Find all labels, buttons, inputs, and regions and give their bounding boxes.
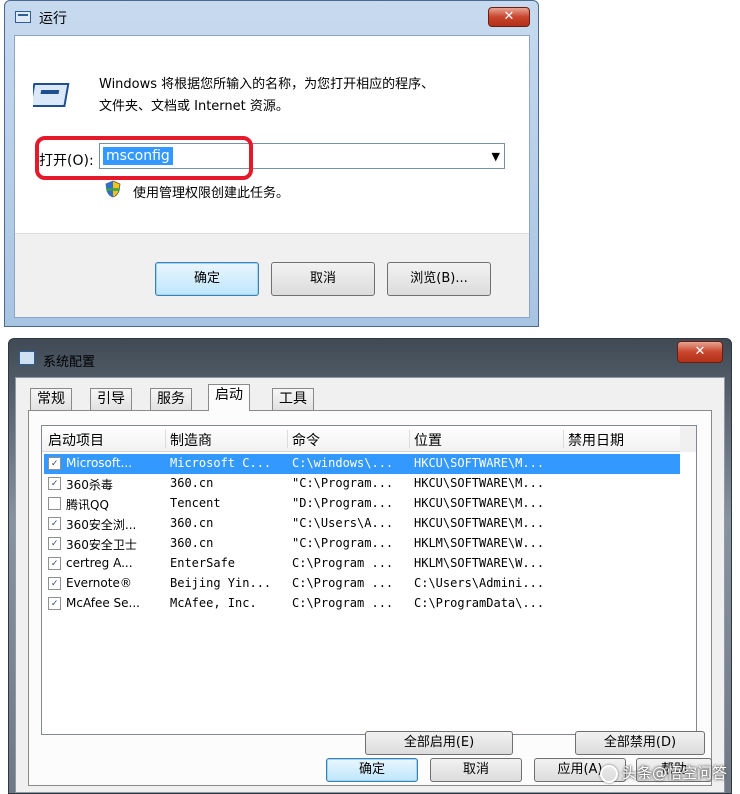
tab-boot[interactable]: 引导: [90, 388, 132, 410]
cell-maker: Tencent: [170, 496, 221, 510]
run-program-icon: [33, 83, 70, 107]
enable-all-button[interactable]: 全部启用(E): [365, 731, 513, 755]
run-close-button[interactable]: ✕: [488, 7, 530, 27]
cell-name: certreg A...: [66, 556, 133, 570]
tab-services[interactable]: 服务: [150, 388, 192, 410]
list-header: 启动项目 制造商 命令 位置 禁用日期: [42, 426, 682, 452]
run-description-line-2: 文件夹、文档或 Internet 资源。: [99, 99, 289, 114]
cell-command: "D:\Program...: [292, 496, 394, 510]
cell-command: C:\Program ...: [292, 576, 394, 590]
cell-name: Microsoft...: [66, 456, 133, 470]
cell-maker: 360.cn: [170, 516, 214, 530]
startup-checkbox[interactable]: ✓: [48, 537, 61, 550]
config-title: 系统配置: [43, 355, 96, 370]
cancel-button[interactable]: 取消: [271, 262, 375, 296]
cell-maker: 360.cn: [170, 536, 214, 550]
cell-name: 360安全卫士: [66, 538, 137, 552]
startup-checkbox[interactable]: [48, 497, 61, 510]
system-config-dialog: 系统配置 ✕ 常规 引导 服务 启动 工具 启动项目 制造商 命令 位置 禁用日…: [8, 338, 732, 794]
cell-maker: McAfee, Inc.: [170, 596, 257, 610]
run-title: 运行: [39, 11, 67, 27]
cell-maker: EnterSafe: [170, 556, 236, 570]
tab-tools[interactable]: 工具: [272, 388, 314, 410]
cell-location: HKCU\SOFTWARE\M...: [414, 476, 545, 490]
run-app-icon: [15, 11, 31, 23]
config-titlebar[interactable]: 系统配置 ✕: [9, 339, 731, 370]
column-disable-date[interactable]: 禁用日期: [564, 430, 682, 449]
cell-command: "C:\Users\A...: [292, 516, 394, 530]
startup-checkbox[interactable]: ✓: [48, 517, 61, 530]
startup-items-list[interactable]: 启动项目 制造商 命令 位置 禁用日期 ✓ Microsoft... Microso…: [41, 425, 697, 735]
watermark: 头条@悟空问答: [600, 762, 727, 783]
cell-command: "C:\Program...: [292, 536, 394, 550]
cell-name: McAfee Se...: [66, 596, 140, 610]
startup-checkbox[interactable]: ✓: [48, 557, 61, 570]
config-close-button[interactable]: ✕: [677, 341, 723, 363]
tab-startup[interactable]: 启动: [208, 384, 250, 411]
startup-checkbox[interactable]: ✓: [48, 577, 61, 590]
cell-name: 腾讯QQ: [66, 498, 109, 512]
config-ok-button[interactable]: 确定: [326, 758, 418, 782]
cell-location: HKCU\SOFTWARE\M...: [414, 456, 545, 470]
cell-location: HKLM\SOFTWARE\W...: [414, 556, 545, 570]
startup-checkbox[interactable]: ✓: [48, 597, 61, 610]
table-row[interactable]: 腾讯QQ Tencent "D:\Program... HKCU\SOFTWARE\M…: [44, 494, 680, 514]
column-startup-item[interactable]: 启动项目: [44, 430, 166, 449]
cell-location: C:\Users\Admini...: [414, 576, 545, 590]
cell-maker: Beijing Yin...: [170, 576, 272, 590]
cell-name: 360杀毒: [66, 478, 113, 492]
cell-name: 360安全浏...: [66, 518, 137, 532]
cell-location: HKCU\SOFTWARE\M...: [414, 496, 545, 510]
tab-general[interactable]: 常规: [30, 388, 72, 410]
startup-tab-panel: 启动项目 制造商 命令 位置 禁用日期 ✓ Microsoft... Microso…: [28, 410, 712, 786]
cell-command: C:\windows\...: [292, 456, 394, 470]
admin-privilege-note: 使用管理权限创建此任务。: [133, 186, 290, 201]
run-description-line-1: Windows 将根据您所输入的名称，为您打开相应的程序、: [99, 77, 435, 92]
table-row[interactable]: ✓ 360安全卫士 360.cn "C:\Program... HKLM\SOFTWAR…: [44, 534, 680, 554]
config-app-icon: [19, 351, 35, 365]
column-command[interactable]: 命令: [288, 430, 410, 449]
cell-maker: Microsoft C...: [170, 456, 272, 470]
cell-command: C:\Program ...: [292, 596, 394, 610]
cell-command: "C:\Program...: [292, 476, 394, 490]
disable-all-button[interactable]: 全部禁用(D): [575, 731, 705, 755]
cell-name: Evernote®: [66, 576, 132, 590]
table-row[interactable]: ✓ McAfee Se... McAfee, Inc. C:\Program ... C…: [44, 594, 680, 614]
cell-maker: 360.cn: [170, 476, 214, 490]
run-body: Windows 将根据您所输入的名称，为您打开相应的程序、 文件夹、文档或 In…: [14, 35, 530, 318]
config-cancel-button[interactable]: 取消: [430, 758, 522, 782]
ok-button[interactable]: 确定: [155, 262, 259, 296]
run-titlebar[interactable]: 运行 ✕: [5, 1, 538, 33]
table-row[interactable]: ✓ certreg A... EnterSafe C:\Program ... HKLM…: [44, 554, 680, 574]
chevron-down-icon[interactable]: ▼: [492, 150, 500, 163]
table-row[interactable]: ✓ Evernote® Beijing Yin... C:\Program ... C:…: [44, 574, 680, 594]
cell-location: HKLM\SOFTWARE\W...: [414, 536, 545, 550]
header-scroll-gap: [680, 426, 696, 452]
startup-checkbox[interactable]: ✓: [48, 457, 61, 470]
column-manufacturer[interactable]: 制造商: [166, 430, 288, 449]
watermark-text: 头条@悟空问答: [622, 764, 728, 782]
run-dialog: 运行 ✕ Windows 将根据您所输入的名称，为您打开相应的程序、 文件夹、文…: [4, 0, 539, 327]
table-row[interactable]: ✓ 360安全浏... 360.cn "C:\Users\A... HKCU\SOFTW…: [44, 514, 680, 534]
watermark-logo-icon: [600, 764, 618, 783]
browse-button[interactable]: 浏览(B)...: [387, 262, 491, 296]
startup-checkbox[interactable]: ✓: [48, 477, 61, 490]
config-body: 常规 引导 服务 启动 工具 启动项目 制造商 命令 位置 禁用日期 ✓ Micr…: [15, 377, 725, 793]
run-description: Windows 将根据您所输入的名称，为您打开相应的程序、 文件夹、文档或 In…: [99, 74, 519, 118]
cell-location: C:\ProgramData\...: [414, 596, 545, 610]
red-highlight-box: [35, 136, 253, 180]
table-row[interactable]: ✓ 360杀毒 360.cn "C:\Program... HKCU\SOFTWARE\…: [44, 474, 680, 494]
column-location[interactable]: 位置: [410, 430, 564, 449]
cell-command: C:\Program ...: [292, 556, 394, 570]
table-row[interactable]: ✓ Microsoft... Microsoft C... C:\windows\..…: [44, 454, 680, 474]
uac-shield-icon: [105, 180, 121, 198]
cell-location: HKCU\SOFTWARE\M...: [414, 516, 545, 530]
